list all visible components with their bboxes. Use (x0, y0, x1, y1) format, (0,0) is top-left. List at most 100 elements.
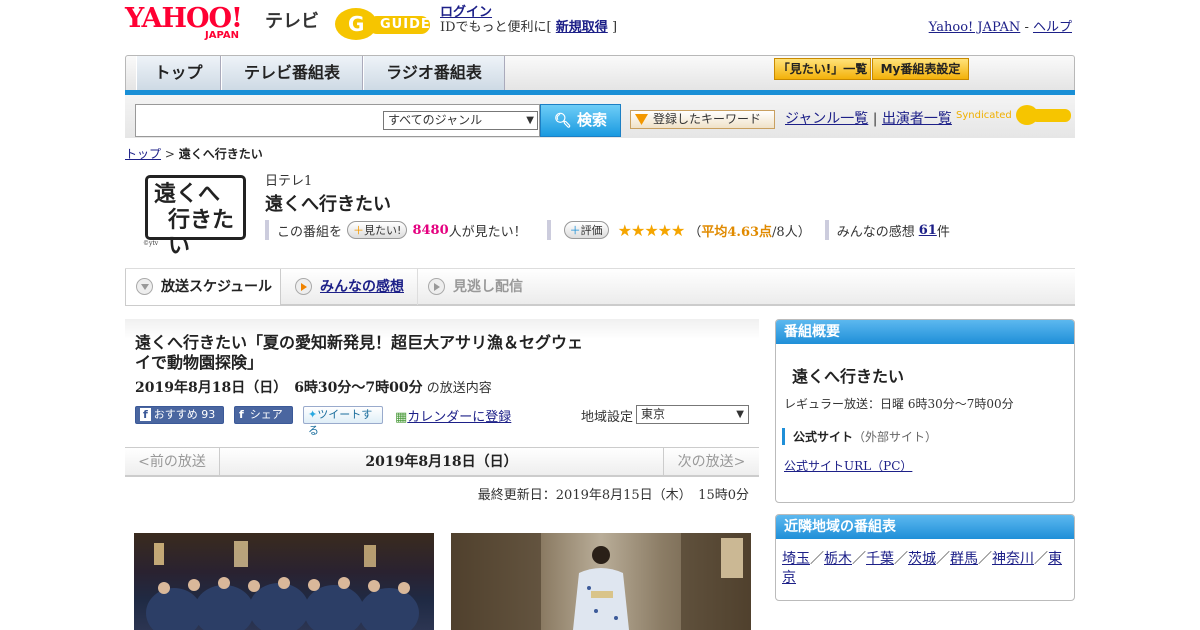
calendar-register-link[interactable]: カレンダーに登録 (407, 410, 511, 425)
program-logo-line1: 遠くへ (154, 182, 221, 207)
region-link-tochigi[interactable]: 栃木 (824, 551, 852, 567)
episode-date: 2019年8月18日（日） 6時30分～7時00分 (135, 380, 423, 396)
facebook-icon: f (239, 408, 244, 421)
kanso-label: みんなの感想 (836, 224, 915, 240)
region-separator: ／ (852, 551, 866, 567)
facebook-share-button[interactable]: f シェア (234, 406, 293, 424)
search-bar: すべてのジャンル ▼ 🔍︎ 検索 登録したキーワード ジャンル一覧 | 出演者一… (125, 95, 1075, 138)
calendar-plus-icon: ▦ (395, 410, 408, 425)
overview-program-title: 遠くへ行きたい (792, 367, 905, 386)
main-nav: トップ テレビ番組表 ラジオ番組表 「見たい!」一覧 My番組表設定 (125, 55, 1075, 91)
rating-button[interactable]: ＋評価 (563, 221, 609, 239)
nearby-regions-box: 近隣地域の番組表 埼玉／栃木／千葉／茨城／群馬／神奈川／東京 (775, 514, 1075, 601)
login-area: ログイン IDでもっと便利に[ 新規取得 ] (440, 5, 617, 35)
syndicated-text: Syndicated (956, 110, 1012, 121)
genre-select[interactable]: すべてのジャンル ▼ (383, 111, 538, 130)
kanso-unit: 件 (936, 224, 950, 240)
search-icon: 🔍︎ (553, 113, 572, 129)
rating-count: /8人） (772, 224, 811, 240)
previous-broadcast-link[interactable]: <前の放送 (125, 448, 220, 476)
official-site-link[interactable]: 公式サイトURL（PC） (784, 457, 912, 474)
registered-keywords-label: 登録したキーワード (653, 112, 762, 126)
region-link-kanagawa[interactable]: 神奈川 (992, 551, 1034, 567)
help-link[interactable]: ヘルプ (1033, 20, 1072, 35)
region-link-gunma[interactable]: 群馬 (950, 551, 978, 567)
nav-tab-tv-schedule[interactable]: テレビ番組表 (221, 56, 363, 91)
rating-button-label: 評価 (580, 224, 603, 237)
gguide-logo[interactable]: G GUIDE (334, 6, 434, 42)
official-site-label-text: 公式サイト (793, 430, 854, 444)
dropdown-arrow-icon: ▼ (736, 409, 744, 420)
nav-tab-radio-schedule[interactable]: ラジオ番組表 (363, 56, 505, 91)
my-schedule-settings-button[interactable]: My番組表設定 (872, 58, 969, 80)
registered-keywords-button[interactable]: 登録したキーワード (630, 110, 775, 129)
yahoo-logo-text: YAHOO! (125, 3, 243, 34)
genre-select-value: すべてのジャンル (388, 113, 483, 127)
festival-photo-image (146, 541, 419, 630)
program-overview-heading: 番組概要 (776, 320, 1074, 344)
episode-date-suffix: の放送内容 (426, 381, 492, 396)
mitai-prefix: この番組を (277, 224, 343, 240)
mitai-list-button[interactable]: 「見たい!」一覧 (774, 58, 871, 80)
rating-open-paren: （ (688, 224, 702, 240)
yahoo-japan-link[interactable]: Yahoo! JAPAN (929, 20, 1021, 35)
top-right-separator: - (1024, 20, 1029, 35)
login-note-suffix: ] (611, 20, 618, 35)
play-arrow-icon (428, 278, 445, 295)
gguide-small-logo-icon (1015, 105, 1071, 125)
login-note-prefix: IDでもっと便利に[ (440, 20, 552, 35)
genre-list-link[interactable]: ジャンル一覧 (785, 111, 868, 127)
tab-reviews-label: みんなの感想 (320, 279, 404, 295)
tweet-button[interactable]: ✦ツイートする (303, 406, 383, 437)
tab-reviews[interactable]: みんなの感想 (285, 269, 415, 305)
yahoo-japan-logo[interactable]: YAHOO! JAPAN (125, 3, 260, 42)
kanso-count-link[interactable]: 61 (919, 223, 937, 238)
program-logo-line2: 行きたい (168, 208, 235, 259)
tab-catchup-streaming: 見逃し配信 (417, 269, 547, 305)
syndicated-badge: Syndicated (956, 104, 1073, 126)
region-link-ibaraki[interactable]: 茨城 (908, 551, 936, 567)
mitai-button[interactable]: ＋見たい! (347, 221, 408, 239)
program-title: 遠くへ行きたい (265, 194, 391, 215)
signup-link[interactable]: 新規取得 (556, 20, 608, 35)
calendar-register[interactable]: ▦カレンダーに登録 (395, 406, 511, 425)
region-link-saitama[interactable]: 埼玉 (782, 551, 810, 567)
stats-divider (265, 220, 269, 240)
tab-catchup-streaming-label: 見逃し配信 (453, 279, 523, 295)
tab-broadcast-schedule[interactable]: 放送スケジュール (125, 269, 281, 305)
rating-average: 平均4.63点 (701, 224, 773, 240)
overview-regular-broadcast: レギュラー放送：日曜 6時30分～7時00分 (784, 397, 1014, 411)
region-link-chiba[interactable]: 千葉 (866, 551, 894, 567)
region-label: 地域設定 (581, 410, 634, 425)
performer-list-link[interactable]: 出演者一覧 (882, 111, 952, 127)
japan-logo-text: JAPAN (205, 30, 239, 41)
chevron-down-icon (136, 278, 153, 295)
facebook-recommend-button[interactable]: f おすすめ 93 (135, 406, 224, 424)
play-arrow-icon (295, 278, 312, 295)
breadcrumb-current: 遠くへ行きたい (178, 147, 263, 161)
region-separator: ／ (978, 551, 992, 567)
region-select[interactable]: 東京 ▼ (636, 405, 749, 424)
breadcrumb-top-link[interactable]: トップ (125, 147, 161, 161)
genre-links: ジャンル一覧 | 出演者一覧 (785, 108, 952, 128)
search-button[interactable]: 🔍︎ 検索 (540, 104, 621, 137)
nearby-region-links: 埼玉／栃木／千葉／茨城／群馬／神奈川／東京 (782, 550, 1067, 588)
login-link[interactable]: ログイン (440, 5, 492, 20)
date-navigation: <前の放送 2019年8月18日（日） 次の放送> (125, 447, 759, 477)
next-broadcast-link[interactable]: 次の放送> (663, 448, 759, 476)
rating-stars-icon: ★★★★★ (617, 220, 686, 240)
svg-text:G: G (348, 12, 364, 36)
episode-title: 遠くへ行きたい「夏の愛知新発見！超巨大アサリ漁＆セグウェイで動物園探険」 (135, 333, 584, 372)
dropdown-arrow-icon: ▼ (526, 115, 534, 126)
official-site-note: （外部サイト） (853, 430, 938, 444)
region-separator: ／ (894, 551, 908, 567)
breadcrumb-separator: > (164, 147, 175, 161)
tv-logo-text: テレビ (265, 11, 319, 32)
facebook-share-label: シェア (249, 408, 283, 421)
mitai-button-label: 見たい! (364, 224, 402, 237)
nearby-regions-heading: 近隣地域の番組表 (776, 515, 1074, 539)
nav-tab-top[interactable]: トップ (136, 56, 221, 91)
top-right-links: Yahoo! JAPAN - ヘルプ (929, 16, 1072, 35)
gguide-logo-text: GUIDE (380, 17, 431, 32)
mitai-suffix: 人が見たい！ (448, 224, 527, 240)
